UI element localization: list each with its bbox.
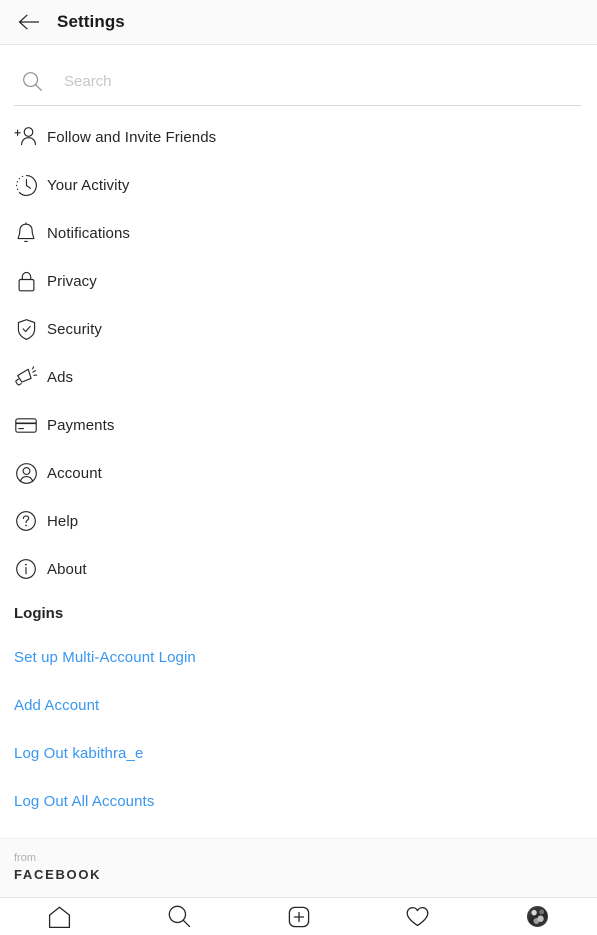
info-circle-icon [14, 557, 38, 581]
brand-footer: from FACEBOOK [0, 838, 597, 898]
shield-check-icon [14, 317, 38, 341]
person-add-icon [14, 125, 38, 149]
search-input[interactable] [64, 66, 581, 96]
tab-search[interactable] [119, 898, 238, 935]
settings-screen: Settings Search Follow and Invite Friend… [0, 0, 597, 935]
menu-item-label: Account [47, 464, 102, 482]
link-label: Log Out All Accounts [14, 792, 155, 810]
menu-item-help[interactable]: Help [0, 497, 597, 545]
tab-activity[interactable] [358, 898, 477, 935]
setup-multi-account-login-link[interactable]: Set up Multi-Account Login [0, 633, 597, 681]
menu-item-label: About [47, 560, 87, 578]
megaphone-icon [14, 365, 38, 389]
bottom-tab-bar [0, 898, 597, 935]
plus-square-icon [287, 905, 311, 929]
credit-card-icon [14, 413, 38, 437]
menu-item-payments[interactable]: Payments [0, 401, 597, 449]
menu-item-notifications[interactable]: Notifications [0, 209, 597, 257]
search-row[interactable] [0, 57, 597, 105]
brand-name-label: FACEBOOK [14, 867, 102, 882]
menu-item-label: Your Activity [47, 176, 130, 194]
menu-item-label: Notifications [47, 224, 131, 242]
link-label: Log Out kabithra_e [14, 744, 144, 762]
settings-list: Follow and Invite Friends Your Activity [0, 45, 597, 838]
menu-item-account[interactable]: Account [0, 449, 597, 497]
brand-from-label: from [14, 852, 36, 864]
tab-profile[interactable] [478, 898, 597, 935]
link-label: Set up Multi-Account Login [14, 648, 196, 666]
menu-item-about[interactable]: About [0, 545, 597, 593]
add-account-link[interactable]: Add Account [0, 681, 597, 729]
page-title: Settings [57, 12, 125, 31]
menu-item-privacy[interactable]: Privacy [0, 257, 597, 305]
arrow-left-icon [17, 12, 41, 32]
search-icon [22, 71, 43, 92]
menu-item-label: Security [47, 320, 102, 338]
menu-item-security[interactable]: Security [0, 305, 597, 353]
heart-icon [405, 905, 430, 928]
menu-item-label: Ads [47, 368, 74, 386]
account-circle-icon [14, 461, 38, 485]
menu-group: Follow and Invite Friends Your Activity [0, 106, 597, 593]
menu-item-label: Follow and Invite Friends [47, 128, 217, 146]
search-icon [167, 904, 192, 929]
clock-icon [14, 173, 38, 197]
menu-item-ads[interactable]: Ads [0, 353, 597, 401]
home-icon [47, 905, 72, 929]
menu-item-label: Help [47, 512, 79, 530]
menu-item-label: Payments [47, 416, 115, 434]
tab-home[interactable] [0, 898, 119, 935]
question-circle-icon [14, 509, 38, 533]
link-label: Add Account [14, 696, 100, 714]
menu-item-label: Privacy [47, 272, 97, 290]
back-button[interactable] [12, 5, 46, 39]
log-out-all-accounts-link[interactable]: Log Out All Accounts [0, 777, 597, 825]
avatar [526, 906, 548, 927]
log-out-user-link[interactable]: Log Out kabithra_e [0, 729, 597, 777]
tab-create[interactable] [239, 898, 358, 935]
logins-section-heading: Logins [14, 604, 64, 622]
lock-icon [14, 269, 38, 293]
menu-item-your-activity[interactable]: Your Activity [0, 161, 597, 209]
menu-item-follow-and-invite-friends[interactable]: Follow and Invite Friends [0, 113, 597, 161]
app-header: Settings [0, 0, 597, 45]
bell-icon [14, 221, 38, 245]
